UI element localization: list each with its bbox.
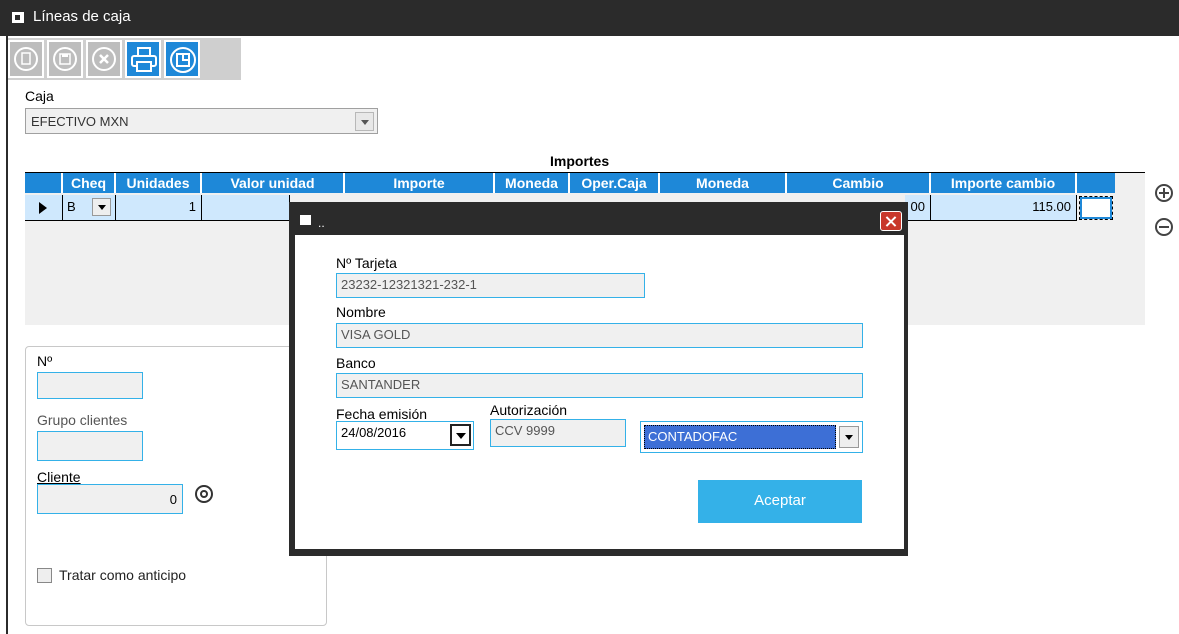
- new-button[interactable]: [8, 40, 44, 78]
- cheq-cell[interactable]: B: [63, 195, 116, 221]
- dialog-titlebar: ..: [289, 202, 908, 234]
- col-moneda-2[interactable]: Moneda: [660, 173, 787, 193]
- row-selector[interactable]: [25, 195, 63, 221]
- importe-cambio-cell[interactable]: 115.00: [931, 195, 1077, 221]
- print-button[interactable]: [125, 40, 161, 78]
- banco-value: SANTANDER: [341, 377, 421, 392]
- anticipo-label: Tratar como anticipo: [59, 567, 187, 583]
- col-importe-cambio[interactable]: Importe cambio: [931, 173, 1077, 193]
- caja-label: Caja: [25, 88, 54, 104]
- chevron-down-icon[interactable]: [92, 198, 111, 216]
- row-pointer-icon: [39, 202, 47, 214]
- unidades-cell[interactable]: 1: [116, 195, 202, 221]
- banco-label: Banco: [336, 355, 376, 371]
- grupo-clientes-label: Grupo clientes: [37, 412, 128, 428]
- window-icon: [12, 12, 24, 23]
- col-unidades[interactable]: Unidades: [116, 173, 202, 193]
- cliente-label[interactable]: Cliente: [37, 469, 81, 485]
- toolbar: [8, 38, 241, 80]
- dialog-title: ..: [318, 216, 325, 230]
- save-icon: [53, 47, 77, 71]
- cliente-value: 0: [169, 492, 177, 507]
- tarjeta-value: 23232-12321321-232-1: [341, 277, 477, 292]
- window-title: Líneas de caja: [33, 8, 131, 25]
- cancel-button[interactable]: [86, 40, 122, 78]
- autorizacion-label: Autorización: [490, 402, 568, 418]
- export-button[interactable]: [164, 40, 200, 78]
- valor-unidad-cell[interactable]: [202, 195, 290, 221]
- cancel-icon: [92, 47, 116, 71]
- nombre-label: Nombre: [336, 304, 386, 320]
- cuenta-select[interactable]: CONTADOFAC: [640, 421, 863, 453]
- no-label: Nº: [37, 353, 53, 369]
- anticipo-checkbox[interactable]: [37, 568, 52, 583]
- cheq-value: B: [67, 199, 76, 214]
- caja-select[interactable]: EFECTIVO MXN: [25, 108, 378, 134]
- search-client-icon[interactable]: [195, 485, 213, 503]
- autorizacion-value: CCV 9999: [495, 423, 555, 438]
- col-oper-caja[interactable]: Oper.Caja: [570, 173, 660, 193]
- chevron-down-icon[interactable]: [355, 112, 374, 131]
- col-moneda[interactable]: Moneda: [495, 173, 570, 193]
- chevron-down-icon[interactable]: [839, 426, 859, 448]
- col-valor-unidad[interactable]: Valor unidad: [202, 173, 345, 193]
- new-icon: [14, 47, 38, 71]
- accept-button[interactable]: Aceptar: [698, 480, 862, 523]
- dialog-body: Nº Tarjeta 23232-12321321-232-1 Nombre V…: [295, 235, 904, 549]
- window-border: [6, 36, 8, 634]
- dialog-icon: [300, 215, 311, 225]
- cuenta-select-highlight: CONTADOFAC: [644, 425, 836, 449]
- grupo-clientes-field[interactable]: [37, 431, 143, 461]
- importes-header: Importes: [550, 153, 610, 169]
- close-icon[interactable]: [880, 211, 902, 231]
- remove-line-icon[interactable]: [1155, 218, 1173, 236]
- grid-edit-cell[interactable]: [1079, 196, 1113, 220]
- nombre-value: VISA GOLD: [341, 327, 411, 342]
- tarjeta-label: Nº Tarjeta: [336, 255, 397, 271]
- add-line-icon[interactable]: [1155, 184, 1173, 202]
- tarjeta-field[interactable]: 23232-12321321-232-1: [336, 273, 645, 298]
- col-extra: [1077, 173, 1115, 193]
- fecha-label: Fecha emisión: [336, 406, 428, 422]
- card-dialog: .. Nº Tarjeta 23232-12321321-232-1 Nombr…: [289, 202, 908, 556]
- nombre-field[interactable]: VISA GOLD: [336, 323, 863, 348]
- calendar-dropdown-icon[interactable]: [450, 424, 471, 446]
- col-importe[interactable]: Importe: [345, 173, 495, 193]
- col-cheq[interactable]: Cheq: [63, 173, 116, 193]
- cliente-field[interactable]: 0: [37, 484, 183, 514]
- fecha-value: 24/08/2016: [341, 425, 407, 440]
- cuenta-value: CONTADOFAC: [648, 429, 738, 444]
- caja-select-value: EFECTIVO MXN: [31, 114, 129, 129]
- cambio-cell[interactable]: 00: [905, 195, 931, 221]
- autorizacion-field[interactable]: CCV 9999: [490, 419, 626, 447]
- fecha-picker[interactable]: 24/08/2016: [336, 421, 474, 450]
- export-icon: [170, 47, 196, 73]
- col-cambio[interactable]: Cambio: [787, 173, 931, 193]
- save-button[interactable]: [47, 40, 83, 78]
- grid-group-header: Importes: [25, 151, 1145, 173]
- print-icon: [131, 47, 157, 72]
- row-header-corner: [25, 173, 63, 193]
- window-titlebar: Líneas de caja: [0, 0, 1179, 36]
- no-field[interactable]: [37, 372, 143, 399]
- banco-field[interactable]: SANTANDER: [336, 373, 863, 398]
